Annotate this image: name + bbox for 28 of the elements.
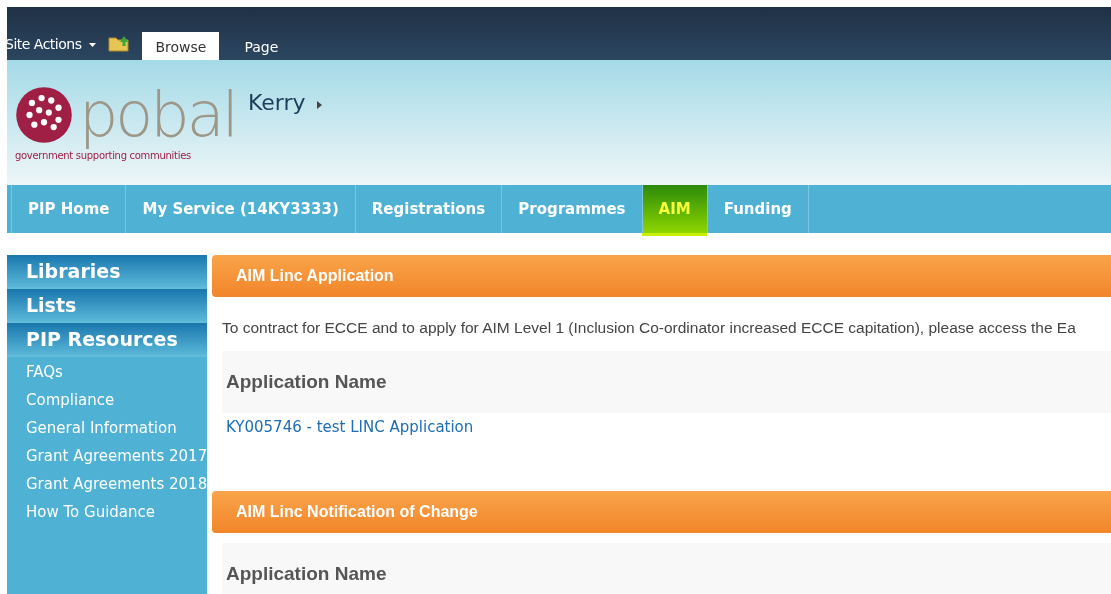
nav-tab[interactable]: Funding [706, 185, 808, 233]
sidebar-heading[interactable]: PIP Resources [7, 323, 207, 357]
ribbon-tab[interactable]: Browse [142, 32, 220, 60]
ribbon-tab[interactable]: Page [231, 32, 292, 60]
nav-tab[interactable]: My Service (14KY3333) [125, 185, 355, 233]
column-header: Application Name [222, 351, 1111, 413]
section-header: AIM Linc Notification of Change [212, 491, 1111, 533]
sidebar-link[interactable]: General Information [7, 415, 207, 443]
sidebar-heading[interactable]: Lists [7, 289, 207, 323]
sidebar-link[interactable]: Grant Agreements 2017 [7, 443, 207, 471]
intro-text: To contract for ECCE and to apply for AIM Level 1 (Inclusion Co-ordinator increased ECCE capitation), please access the Ea [222, 319, 1077, 337]
breadcrumb-link[interactable]: Kerry [247, 90, 306, 115]
logo-tagline: government supporting communities [15, 150, 192, 161]
application-link[interactable]: KY005746 - test LINC Application [226, 418, 474, 436]
chevron-icon [317, 100, 323, 109]
sidebar-link[interactable]: FAQs [7, 359, 207, 387]
nav-tab[interactable]: Registrations [354, 185, 502, 233]
nav-tab[interactable]: Programmes [501, 185, 642, 233]
nav-tab[interactable]: PIP Home [11, 185, 126, 233]
sidebar-heading[interactable]: Libraries [7, 255, 207, 289]
logo-mark-icon [15, 86, 73, 144]
caret-icon [89, 43, 97, 47]
sidebar-link[interactable]: Grant Agreements 2018 [7, 471, 207, 499]
sidebar-link[interactable]: Compliance [7, 387, 207, 415]
sidebar-link[interactable]: How To Guidance [7, 499, 207, 527]
section-header: AIM Linc Application [212, 255, 1111, 297]
column-header: Application Name [222, 543, 1111, 594]
nav-tab[interactable]: AIM [641, 185, 707, 233]
